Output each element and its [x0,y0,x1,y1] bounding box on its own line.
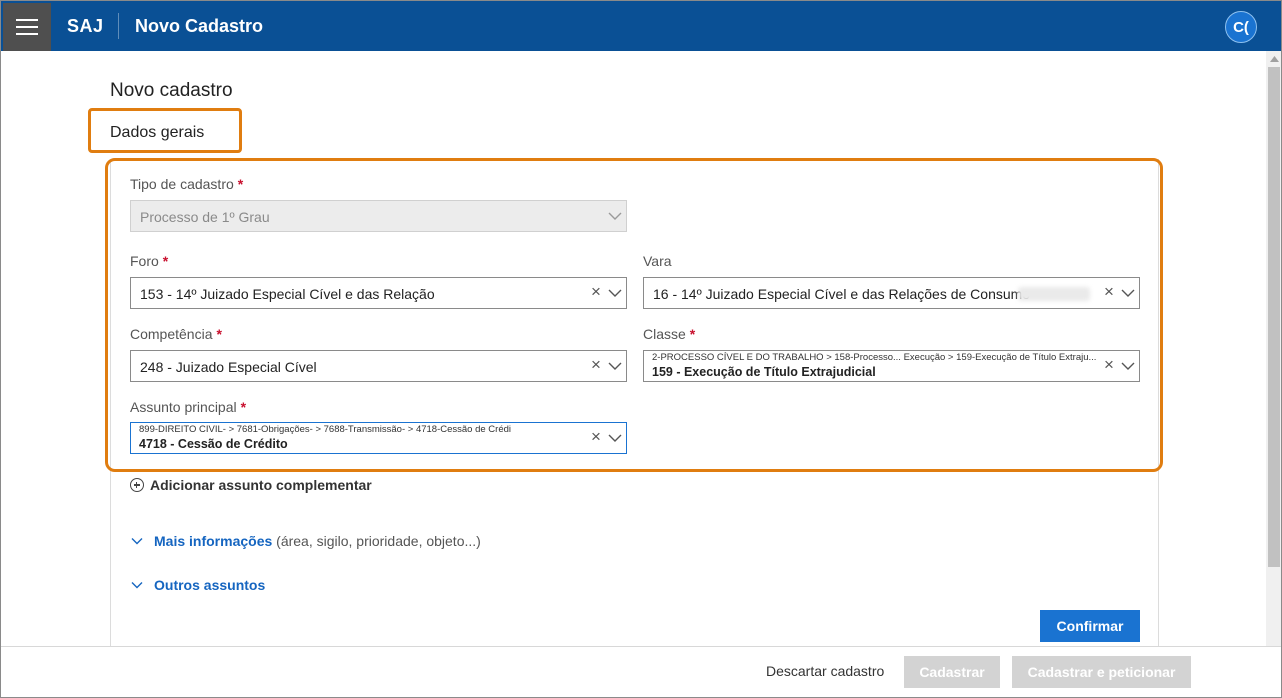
other-subjects-link[interactable]: Outros assuntos [154,577,265,593]
discard-button[interactable]: Descartar cadastro [766,663,884,679]
user-avatar[interactable]: C( [1225,11,1257,43]
register-and-petition-button: Cadastrar e peticionar [1012,656,1191,688]
more-info-expander[interactable]: Mais informações (área, sigilo, priorida… [130,533,481,549]
brand-divider [118,13,119,39]
app-window: SAJ Novo Cadastro C( Novo cadastro Dados… [0,0,1282,698]
plus-circle-icon [130,478,144,492]
brand-logo[interactable]: SAJ [67,16,104,37]
more-info-hint: (área, sigilo, prioridade, objeto...) [276,533,481,549]
register-button: Cadastrar [904,656,1000,688]
chevron-down-icon [131,538,143,545]
highlight-box-form [105,158,1163,472]
chevron-down-icon [131,582,143,589]
top-bar: SAJ Novo Cadastro C( [1,1,1281,51]
add-subject-link[interactable]: Adicionar assunto complementar [130,477,372,493]
highlight-box-section-title [88,108,242,153]
hamburger-menu-icon[interactable] [3,3,51,51]
scrollbar-thumb[interactable] [1268,67,1280,567]
confirm-button[interactable]: Confirmar [1040,610,1140,642]
app-title: Novo Cadastro [135,16,264,36]
scroll-up-arrow-icon[interactable] [1266,53,1281,65]
page-heading: Novo cadastro [110,80,233,101]
more-info-link[interactable]: Mais informações [154,533,272,549]
other-subjects-expander[interactable]: Outros assuntos [130,577,265,593]
add-subject-label: Adicionar assunto complementar [150,477,372,493]
